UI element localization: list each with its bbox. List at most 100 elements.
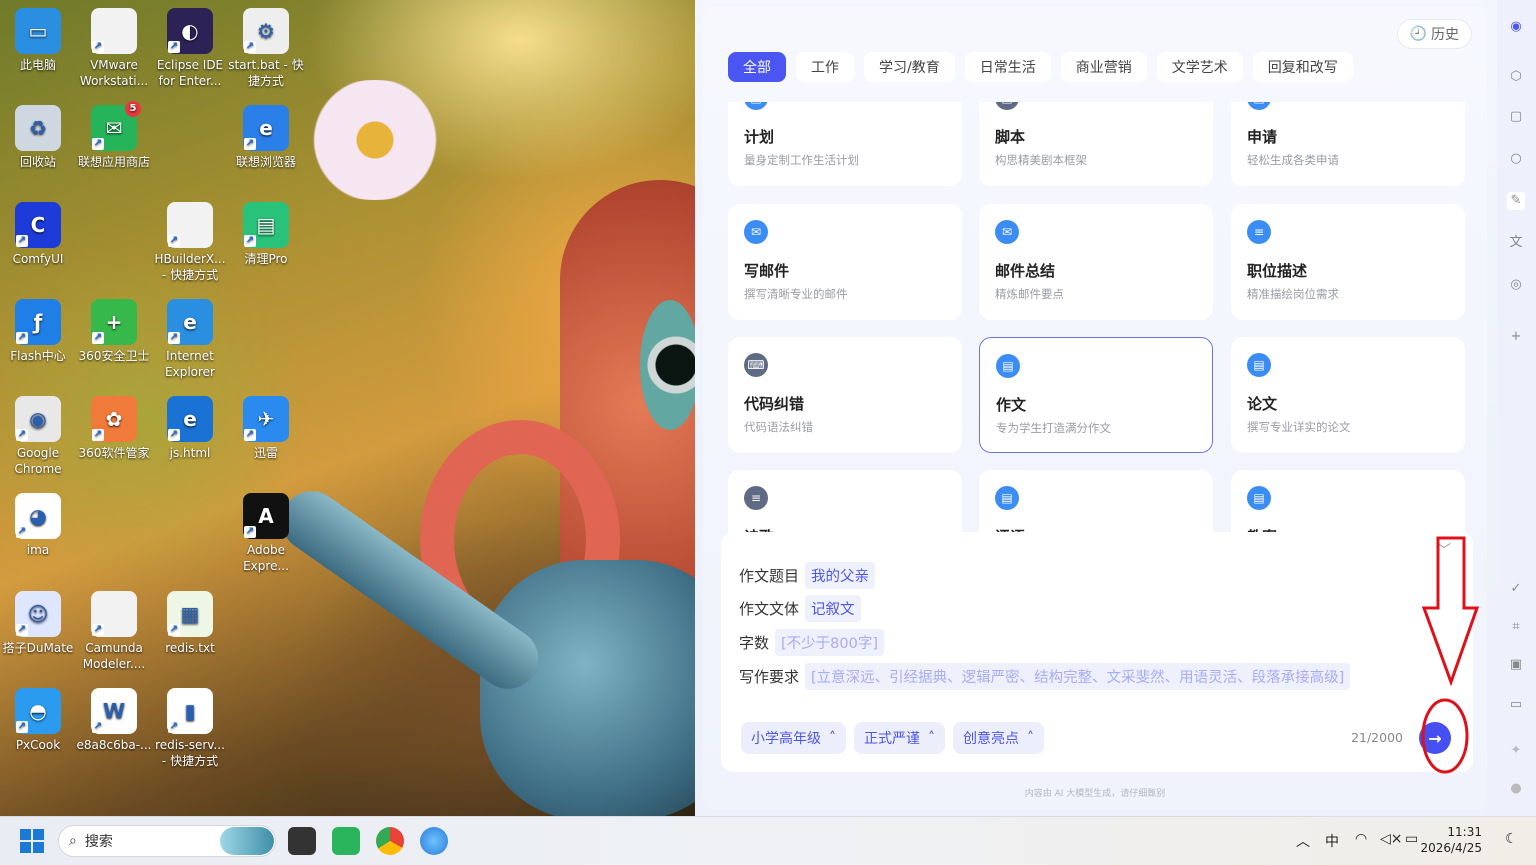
word-count-placeholder[interactable]: [不少于800字] xyxy=(775,629,885,656)
chevron-up-icon[interactable]: ︿ xyxy=(1296,831,1310,851)
desktop-icon-label: 联想应用商店 xyxy=(77,155,150,169)
desktop-icon[interactable]: ⚙ ↗ start.bat - 快捷方式 xyxy=(228,8,304,89)
notification-moon-icon[interactable]: ☾ xyxy=(1505,831,1518,847)
check-icon[interactable]: ✓ xyxy=(1507,580,1525,598)
desktop-icon[interactable]: + ↗ 360安全卫士 xyxy=(76,299,152,364)
desktop-icon[interactable]: ☺ ↗ 搭子DuMate xyxy=(0,591,76,656)
desktop-icon[interactable]: ♻ 回收站 xyxy=(0,105,76,170)
shortcut-arrow-icon: ↗ xyxy=(16,624,28,636)
chat-icon[interactable]: ▢ xyxy=(1507,108,1525,126)
option-chips: 小学高年级 ˄ 正式严谨 ˄ 创意亮点 ˄ xyxy=(741,722,1044,754)
desktop-icon[interactable]: e ↗ Internet Explorer xyxy=(152,299,228,380)
desktop-icon[interactable]: ↗ VMware Workstati... xyxy=(76,8,152,89)
card-poetry[interactable]: ≡ 诗歌 xyxy=(728,470,962,538)
desktop-icon[interactable]: ▭ 此电脑 xyxy=(0,8,76,73)
tab-work[interactable]: 工作 xyxy=(796,52,854,82)
card-script[interactable]: ▤ 脚本 构思精美剧本框架 xyxy=(979,102,1213,186)
app-icon: ♻ xyxy=(15,105,61,151)
desktop-icon[interactable]: ✿ ↗ 360软件管家 xyxy=(76,396,152,461)
cube-icon[interactable]: ⬡ xyxy=(1507,68,1525,86)
tab-daily-life[interactable]: 日常生活 xyxy=(964,52,1051,82)
image-search-icon[interactable]: ▣ xyxy=(1507,656,1525,674)
shortcut-arrow-icon: ↗ xyxy=(244,235,256,247)
tab-all[interactable]: 全部 xyxy=(728,52,786,82)
tab-reply-rewrite[interactable]: 回复和改写 xyxy=(1252,52,1353,82)
desktop-icon[interactable]: ◕ ↗ ima xyxy=(0,493,76,558)
send-button[interactable]: → xyxy=(1419,722,1451,754)
card-paper[interactable]: ▤ 论文 撰写专业详实的论文 xyxy=(1231,337,1465,453)
desktop-icon[interactable]: W ↗ e8a8c6ba-... xyxy=(76,688,152,753)
pen-icon[interactable]: ✎ xyxy=(1507,192,1525,210)
globe-app-icon[interactable] xyxy=(420,827,448,855)
tone-select[interactable]: 正式严谨 ˄ xyxy=(854,722,945,754)
ime-indicator[interactable]: 中 xyxy=(1325,831,1339,851)
desktop-icon[interactable]: e ↗ js.html xyxy=(152,396,228,461)
desktop-icon[interactable]: ◐ ↗ Eclipse IDE for Enter... xyxy=(152,8,228,89)
book-icon: ▤ xyxy=(1247,486,1271,510)
user-icon[interactable]: ● xyxy=(1507,780,1525,798)
desktop-icon[interactable]: ▮ ↗ redis-serv... - 快捷方式 xyxy=(152,688,228,769)
desktop-icon[interactable]: ƒ ↗ Flash中心 xyxy=(0,299,76,364)
tab-study[interactable]: 学习/教育 xyxy=(864,52,955,82)
app-store-icon[interactable] xyxy=(332,827,360,855)
chevron-up-icon: ˄ xyxy=(1027,730,1034,746)
shortcut-arrow-icon: ↗ xyxy=(244,41,256,53)
card-plan[interactable]: ▤ 计划 量身定制工作生活计划 xyxy=(728,102,962,186)
desktop-icon[interactable]: ✉ 5 ↗ 联想应用商店 xyxy=(76,101,152,170)
ai-writing-panel: 🕘 历史 全部 工作 学习/教育 日常生活 商业营销 文学艺术 回复和改写 ▤ … xyxy=(695,0,1497,816)
tab-literature[interactable]: 文学艺术 xyxy=(1156,52,1243,82)
app-icon: ↗ xyxy=(91,591,137,637)
desktop-icon[interactable]: ✈ ↗ 迅雷 xyxy=(228,396,304,461)
desktop-icon[interactable]: ◓ ↗ PxCook xyxy=(0,688,76,753)
card-write-email[interactable]: ✉ 写邮件 撰写清晰专业的邮件 xyxy=(728,204,962,320)
translate-icon[interactable]: 文 xyxy=(1507,234,1525,252)
desktop-icon[interactable]: ▤ ↗ 清理Pro xyxy=(228,202,304,267)
document-icon: ▤ xyxy=(1247,353,1271,377)
card-code-fix[interactable]: ⌨ 代码纠错 代码语法纠错 xyxy=(728,337,962,453)
crop-icon[interactable]: ⌗ xyxy=(1507,618,1525,636)
topic-value[interactable]: 我的父亲 xyxy=(805,562,876,589)
task-view-icon[interactable] xyxy=(288,827,316,855)
battery-icon[interactable]: ▭ xyxy=(1405,831,1418,847)
shortcut-arrow-icon: ↗ xyxy=(92,624,104,636)
requirements-placeholder[interactable]: [立意深远、引经据典、逻辑严密、结构完整、文采斐然、用语灵活、段落承接高级] xyxy=(805,663,1351,690)
app-icon: ✿ ↗ xyxy=(91,396,137,442)
desktop-icon[interactable]: ▦ ↗ redis.txt xyxy=(152,591,228,656)
desktop-icon-label: 此电脑 xyxy=(19,58,56,72)
card-email-summary[interactable]: ✉ 邮件总结 精炼邮件要点 xyxy=(979,204,1213,320)
record-icon[interactable]: ▭ xyxy=(1507,696,1525,714)
history-button[interactable]: 🕘 历史 xyxy=(1397,20,1471,48)
card-application[interactable]: ▤ 申请 轻松生成各类申请 xyxy=(1231,102,1465,186)
collapse-chevron-icon[interactable]: ﹀ xyxy=(1437,540,1451,560)
desktop-icon[interactable]: ↗ Camunda Modeler.... xyxy=(76,591,152,672)
plus-icon[interactable]: + xyxy=(1507,328,1525,346)
card-essay[interactable]: ▤ 作文 专为学生打造满分作文 xyxy=(979,337,1213,453)
app-icon: ☺ ↗ xyxy=(15,591,61,637)
desktop-icon[interactable]: C ↗ ComfyUI xyxy=(0,202,76,267)
card-job-description[interactable]: ≡ 职位描述 精准描绘岗位需求 xyxy=(1231,204,1465,320)
wifi-icon[interactable]: ◠ xyxy=(1355,831,1367,847)
card-lesson-plan[interactable]: ▤ 教案 xyxy=(1231,470,1465,538)
desktop-icon-label: 搭子DuMate xyxy=(2,641,74,655)
search-icon[interactable]: ○ xyxy=(1507,150,1525,168)
volume-muted-icon[interactable]: ◁× xyxy=(1380,831,1403,847)
windows-start-icon[interactable] xyxy=(20,829,44,853)
desktop-icon-label: start.bat - 快捷方式 xyxy=(228,58,304,88)
desktop-icon[interactable]: e ↗ 联想浏览器 xyxy=(228,105,304,170)
grade-select[interactable]: 小学高年级 ˄ xyxy=(741,722,846,754)
desktop-icon[interactable]: ◉ ↗ Google Chrome xyxy=(0,396,76,477)
game-icon[interactable]: ◎ xyxy=(1507,276,1525,294)
chevron-up-icon: ˄ xyxy=(928,730,935,746)
shortcut-arrow-icon: ↗ xyxy=(244,526,256,538)
desktop-icon[interactable]: A ↗ Adobe Expre... xyxy=(228,493,304,574)
style-value[interactable]: 记叙文 xyxy=(805,595,861,622)
chrome-icon[interactable] xyxy=(376,827,404,855)
tab-marketing[interactable]: 商业营销 xyxy=(1060,52,1147,82)
pin-icon[interactable]: ✦ xyxy=(1507,742,1525,760)
app-logo-icon[interactable]: ◉ xyxy=(1507,18,1525,36)
highlight-select[interactable]: 创意亮点 ˄ xyxy=(953,722,1044,754)
desktop-icon[interactable]: ↗ HBuilderX... - 快捷方式 xyxy=(152,202,228,283)
card-comment[interactable]: ▤ 评语 xyxy=(979,470,1213,538)
shortcut-arrow-icon: ↗ xyxy=(244,138,256,150)
system-clock[interactable]: 11:31 2026/4/25 xyxy=(1420,824,1482,856)
